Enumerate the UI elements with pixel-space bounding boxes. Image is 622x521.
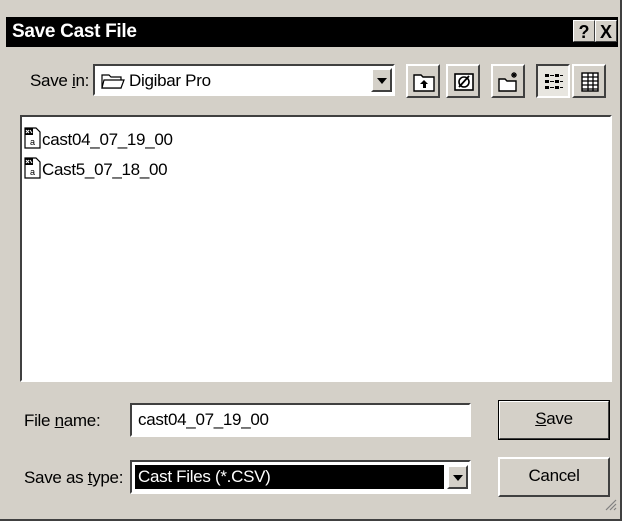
svg-text:a: a (30, 137, 35, 147)
view-desktop-icon (454, 73, 474, 91)
folder-icon (101, 72, 125, 95)
csv-file-icon: a (24, 157, 41, 184)
save-in-dropdown-button[interactable] (371, 68, 392, 92)
save-as-type-dropdown[interactable]: Cast Files (*.CSV) (130, 460, 471, 494)
details-view-button[interactable] (572, 64, 606, 98)
resize-grip-icon[interactable] (603, 497, 617, 516)
list-view-button[interactable] (536, 64, 570, 98)
file-name: cast04_07_19_00 (42, 130, 173, 149)
save-cast-file-dialog: Save Cast File ? X Save in: Digibar Pro (0, 0, 622, 521)
help-button[interactable]: ? (573, 20, 595, 42)
cancel-button[interactable]: Cancel (498, 457, 610, 497)
csv-file-icon: a (24, 127, 41, 154)
save-in-dropdown[interactable]: Digibar Pro (93, 64, 395, 96)
save-in-label: Save in: (30, 71, 90, 90)
details-view-icon (581, 72, 599, 92)
up-one-level-icon (413, 74, 435, 92)
save-as-type-value: Cast Files (*.CSV) (135, 465, 444, 489)
close-button[interactable]: X (595, 20, 617, 42)
window-title: Save Cast File (12, 21, 137, 42)
file-name: Cast5_07_18_00 (42, 160, 168, 179)
save-in-value: Digibar Pro (129, 71, 211, 90)
up-one-level-button[interactable] (406, 64, 440, 98)
create-new-folder-icon (498, 72, 517, 92)
view-desktop-button[interactable] (446, 64, 480, 98)
save-as-type-label: Save as type: (24, 468, 124, 487)
file-name-label: File name: (24, 411, 101, 430)
title-bar[interactable]: Save Cast File ? X (6, 17, 618, 47)
save-as-type-dropdown-button[interactable] (447, 465, 468, 489)
file-name-field[interactable] (130, 403, 471, 437)
file-name-input[interactable] (132, 405, 469, 435)
create-new-folder-button[interactable] (491, 64, 525, 98)
save-button[interactable]: Save (498, 400, 610, 440)
svg-text:a: a (30, 167, 35, 177)
file-list[interactable]: a cast04_07_19_00 a Cast5_07_18_00 (20, 115, 612, 382)
list-view-icon (545, 74, 563, 89)
